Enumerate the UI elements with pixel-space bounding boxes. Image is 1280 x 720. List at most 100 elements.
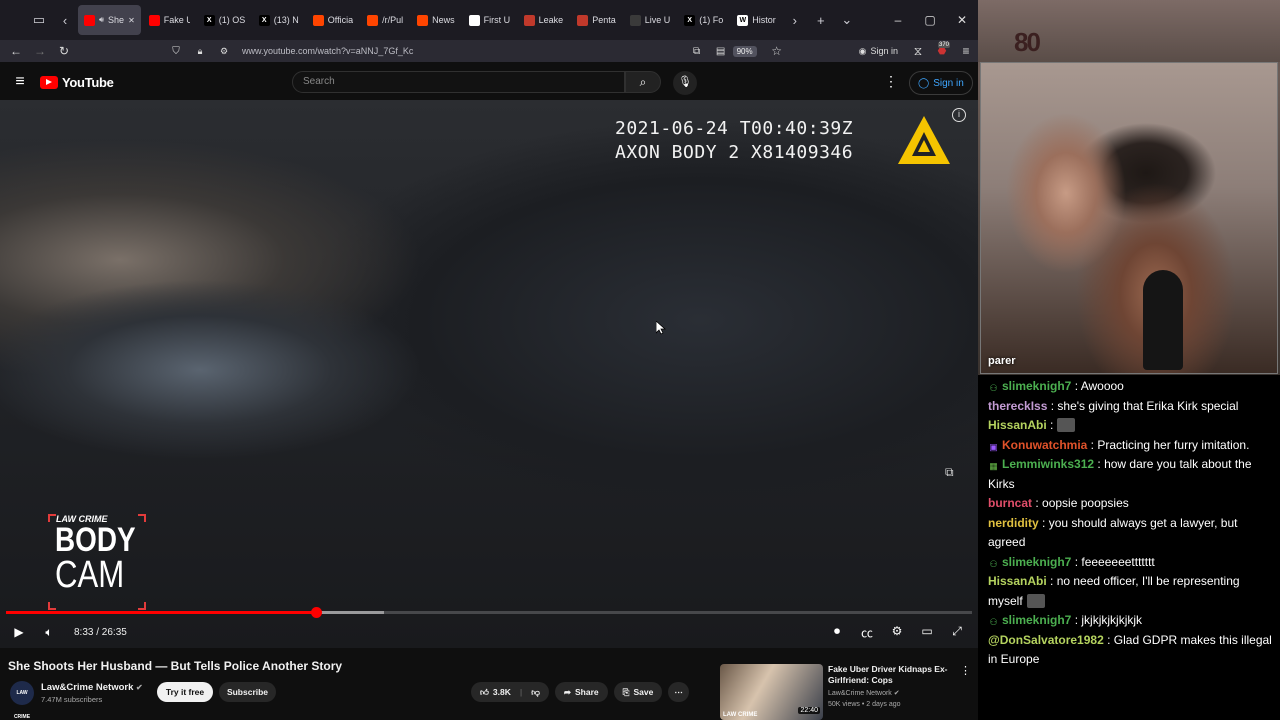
tab-favicon-icon [468, 14, 480, 26]
youtube-logo[interactable]: YouTube [40, 75, 114, 90]
settings-kebab-icon[interactable]: ⋮ [884, 73, 898, 90]
close-tab-icon[interactable]: ✕ [128, 16, 135, 25]
extensions-icon[interactable]: ⧖ [906, 44, 930, 59]
try-it-free-button[interactable]: Try it free [157, 682, 213, 702]
tab-label: (1) Fo [699, 15, 724, 25]
browser-tab[interactable]: 🔊︎ She ✕ [78, 5, 141, 35]
browser-tab[interactable]: /r/Pul [361, 5, 409, 35]
browser-tab[interactable]: X (1) Fo [678, 5, 729, 35]
browser-tab[interactable]: Fake U [143, 5, 196, 35]
forward-icon[interactable]: → [28, 44, 52, 58]
autoplay-toggle-icon[interactable]: ⏺ [822, 624, 852, 641]
browser-tab[interactable]: X (1) OS [198, 5, 251, 35]
related-title[interactable]: Fake Uber Driver Kidnaps Ex-Girlfriend: … [828, 664, 958, 686]
related-duration: 22:40 [798, 707, 820, 714]
zoom-level[interactable]: 90% [732, 45, 757, 57]
subscribe-button[interactable]: Subscribe [219, 682, 276, 702]
permissions-icon[interactable]: ⚙ [212, 46, 236, 57]
info-icon[interactable]: i [952, 108, 966, 122]
url-bar[interactable]: www.youtube.com/watch?v=aNNJ_7Gf_Kc [242, 46, 685, 56]
channel-avatar[interactable]: LAW CRIME [10, 681, 34, 720]
chat-text: feeeeeeettttttt [1081, 554, 1155, 569]
video-player[interactable]: 2021-06-24 T00:40:39Z AXON BODY 2 X81409… [0, 100, 978, 648]
tab-favicon-icon [367, 14, 379, 26]
tab-menu-chevron-icon[interactable]: ⌄ [834, 7, 860, 33]
search-icon[interactable]: ⌕ [625, 71, 661, 93]
tab-audio-icon[interactable]: 🔊︎ [99, 15, 104, 25]
captions-icon[interactable]: ㏄ [852, 624, 882, 641]
browser-signin[interactable]: ◉ Sign in [859, 46, 898, 57]
theater-mode-icon[interactable]: ▭ [912, 624, 942, 641]
chat-text: Practicing her furry imitation. [1097, 437, 1250, 452]
browser-tab[interactable]: X (13) N [253, 5, 305, 35]
guide-menu-icon[interactable]: ≡ [0, 73, 40, 91]
share-label: Share [575, 687, 599, 697]
scroll-tabs-left-icon[interactable]: ‹ [52, 7, 78, 33]
app-menu-icon[interactable]: ≡ [954, 44, 978, 58]
tab-favicon-icon [523, 14, 535, 26]
chat-username[interactable]: slimeknigh7 [1002, 613, 1071, 627]
browser-tab[interactable]: Leake [518, 5, 570, 35]
video-actions: 👍︎ 3.8K | 👎︎ ➦ Share ⎘ Save ⋯ [471, 682, 689, 702]
youtube-play-logo-icon [40, 75, 58, 89]
chat-username[interactable]: nerdidity [988, 516, 1039, 530]
reader-view-icon[interactable]: ▤ [709, 46, 733, 57]
chat-username[interactable]: slimeknigh7 [1002, 555, 1071, 569]
chat-username[interactable]: Konuwatchmia [1002, 438, 1087, 452]
chat-text: Awoooo [1080, 379, 1124, 393]
share-button[interactable]: ➦ Share [554, 682, 608, 702]
tab-list-icon[interactable]: ▭ [26, 7, 52, 33]
streamer-webcam: 80 parer [978, 0, 1280, 375]
more-actions-icon[interactable]: ⋯ [668, 682, 689, 702]
chat-username[interactable]: @DonSalvatore1982 [988, 633, 1104, 647]
related-video[interactable]: LAW CRIME 22:40 Fake Uber Driver Kidnaps… [720, 664, 978, 720]
play-icon[interactable]: ▶ [4, 625, 34, 639]
time-display: 8:33 / 26:35 [74, 626, 127, 638]
chat-message: HissanAbi : [988, 416, 1272, 436]
chat-username[interactable]: Lemmiwinks312 [1002, 457, 1094, 471]
volume-icon[interactable]: 🔈︎ [34, 625, 64, 640]
browser-tab[interactable]: News [411, 5, 461, 35]
browser-tab[interactable]: Live U [624, 5, 677, 35]
fullscreen-icon[interactable]: ⤢ [942, 624, 972, 641]
chat-message: burncat : oopsie poopsies [988, 496, 1129, 510]
save-button[interactable]: ⎘ Save [613, 682, 663, 702]
miniplayer-icon[interactable]: ⧉ [945, 465, 954, 480]
scroll-tabs-right-icon[interactable]: › [782, 7, 808, 33]
close-window-icon[interactable]: ✕ [946, 13, 978, 27]
tab-label: /r/Pul [382, 15, 404, 25]
browser-tab[interactable]: Officia [307, 5, 359, 35]
chat-message: nerdidity : you should always get a lawy… [988, 515, 1238, 550]
settings-gear-icon[interactable]: ⚙ [882, 624, 912, 641]
related-menu-icon[interactable]: ⋮ [960, 664, 971, 677]
scrubber-handle[interactable] [311, 607, 323, 618]
voice-search-icon[interactable]: 🎙︎ [673, 71, 697, 95]
shield-icon[interactable]: ⛉ [164, 46, 188, 57]
tab-favicon-icon: X [684, 14, 696, 26]
ublock-icon[interactable]: ⬣ 370 [930, 41, 954, 57]
chat-username[interactable]: burncat [988, 496, 1032, 510]
browser-tab[interactable]: First U [463, 5, 516, 35]
reload-icon[interactable]: ↻ [52, 44, 76, 58]
like-button[interactable]: 👍︎ 3.8K | 👎︎ [471, 682, 549, 702]
related-thumbnail[interactable]: LAW CRIME 22:40 [720, 664, 823, 720]
nav-bar: ← → ↻ ⛉ 🔒︎ ⚙ www.youtube.com/watch?v=aNN… [0, 40, 978, 62]
back-icon[interactable]: ← [4, 44, 28, 58]
chat-username[interactable]: thereckIss [988, 399, 1047, 413]
thumbs-down-icon[interactable]: 👎︎ [531, 687, 540, 698]
youtube-signin-button[interactable]: ◯ Sign in [909, 71, 973, 95]
chat-username[interactable]: slimeknigh7 [1002, 379, 1071, 393]
new-tab-icon[interactable]: + [808, 7, 834, 33]
seek-bar[interactable] [6, 607, 972, 618]
minimize-icon[interactable]: – [882, 13, 914, 27]
browser-tab[interactable]: Penta [571, 5, 622, 35]
bookmark-star-icon[interactable]: ☆ [765, 44, 789, 58]
screenshot-icon[interactable]: ⧉ [685, 46, 709, 57]
chat-username[interactable]: HissanAbi [988, 574, 1047, 588]
user-badge-icon: ⚇ [989, 383, 998, 393]
browser-tab[interactable]: W Histor [731, 5, 782, 35]
chat-username[interactable]: HissanAbi [988, 418, 1047, 432]
channel-name[interactable]: Law&Crime Network ✔ [41, 682, 143, 693]
search-input[interactable]: Search [292, 71, 625, 93]
maximize-icon[interactable]: ▢ [914, 13, 946, 27]
